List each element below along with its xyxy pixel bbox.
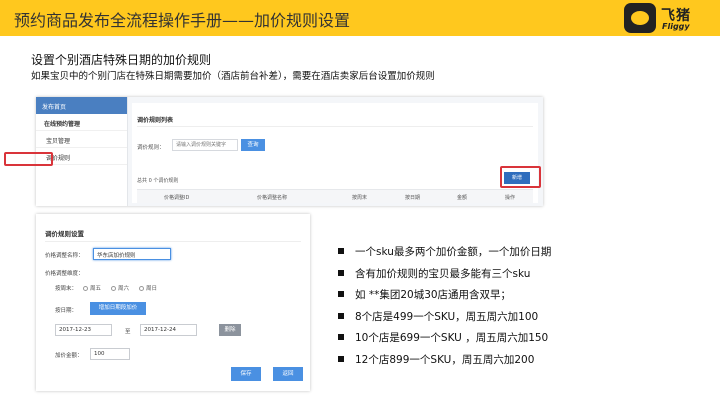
column-header-amount: 金额: [457, 195, 468, 201]
weekend-option-sun[interactable]: 周日: [139, 284, 157, 292]
rule-name-label: 价格调整名称：: [45, 253, 84, 259]
date-label: 按日期：: [55, 308, 78, 314]
table-header: 价格调整ID 价格调整名称 按周末 按日期 金额 操作: [137, 189, 533, 203]
column-header-date: 按日期: [405, 195, 421, 201]
weekend-option-fri[interactable]: 周五: [83, 284, 101, 292]
bullet-square-icon: [338, 269, 344, 276]
column-header-name: 价格调整名称: [257, 195, 288, 201]
rule-count-text: 总共 0 个调价规则: [137, 178, 179, 184]
rule-name-input[interactable]: 华东店加价规则: [93, 248, 171, 260]
start-date-input[interactable]: 2017-12-23: [55, 324, 112, 336]
divider: [137, 126, 533, 127]
list-item: 10个店是699一个SKU ，周五周六加150: [338, 330, 708, 352]
divider: [45, 241, 301, 242]
save-button[interactable]: 保存: [231, 367, 261, 381]
end-date-input[interactable]: 2017-12-24: [140, 324, 197, 336]
section-heading: 设置个别酒店特殊日期的加价规则: [31, 53, 212, 67]
header-bar: 预约商品发布全流程操作手册——加价规则设置 飞猪 Fliggy: [0, 0, 720, 36]
pig-logo-icon: [624, 3, 656, 33]
rule-list-title: 调价规则列表: [137, 117, 174, 124]
sidebar-item-item-manage[interactable]: 宝贝管理: [36, 131, 127, 148]
rule-search-input[interactable]: [172, 139, 238, 151]
logo-text-en: Fliggy: [662, 22, 690, 31]
price-rule-list-screenshot: 发布首页 在线预约管理 宝贝管理 调价规则 调价规则列表 调价规则： 查询 总共…: [36, 97, 543, 206]
column-header-actions: 操作: [505, 195, 516, 201]
list-item: 含有加价规则的宝贝最多能有三个sku: [338, 266, 708, 288]
weekend-option-sat[interactable]: 周六: [111, 284, 129, 292]
section-description: 如果宝贝中的个别门店在特殊日期需要加价（酒店前台补差），需要在酒店卖家后台设置加…: [31, 71, 435, 82]
sidebar-header[interactable]: 发布首页: [36, 97, 127, 114]
list-item: 8个店是499一个SKU，周五周六加100: [338, 309, 708, 331]
date-range-separator: 至: [125, 329, 131, 335]
bullet-square-icon: [338, 312, 344, 319]
column-header-id: 价格调整ID: [164, 195, 190, 201]
query-button[interactable]: 查询: [241, 139, 265, 151]
bullet-square-icon: [338, 334, 344, 340]
back-button[interactable]: 返回: [273, 367, 303, 381]
weekend-label: 按周末：: [55, 286, 78, 292]
bullet-square-icon: [338, 355, 344, 362]
fliggy-logo: 飞猪 Fliggy: [624, 3, 710, 33]
sidebar-item-booking-manage[interactable]: 在线预约管理: [36, 114, 127, 131]
amount-label: 加价金额：: [55, 353, 83, 359]
page-title: 预约商品发布全流程操作手册——加价规则设置: [14, 11, 351, 30]
rule-list-panel: 调价规则列表 调价规则： 查询 总共 0 个调价规则 新增 价格调整ID 价格调…: [132, 103, 538, 203]
amount-input[interactable]: 100: [90, 348, 130, 360]
notes-list: 一个sku最多两个加价金额，一个加价日期 含有加价规则的宝贝最多能有三个sku …: [338, 244, 708, 373]
bullet-square-icon: [338, 248, 344, 254]
delete-date-button[interactable]: 删除: [219, 324, 241, 336]
list-item: 一个sku最多两个加价金额，一个加价日期: [338, 244, 708, 266]
list-item: 如 **集团20城30店通用含双早；: [338, 287, 708, 309]
highlight-price-rules-menu: [4, 152, 53, 166]
filter-label: 调价规则：: [137, 145, 165, 151]
add-date-range-button[interactable]: 增加日期段加价: [90, 302, 146, 315]
column-header-weekend: 按周末: [352, 195, 368, 201]
form-title: 调价规则设置: [45, 230, 84, 238]
list-item: 12个店899一个SKU，周五周六加200: [338, 352, 708, 374]
highlight-add-button: [500, 166, 541, 188]
price-rule-form-screenshot: 调价规则设置 价格调整名称： 华东店加价规则 价格调整维度： 按周末： 周五 周…: [36, 214, 310, 391]
bullet-square-icon: [338, 291, 344, 297]
dimension-label: 价格调整维度：: [45, 271, 84, 277]
